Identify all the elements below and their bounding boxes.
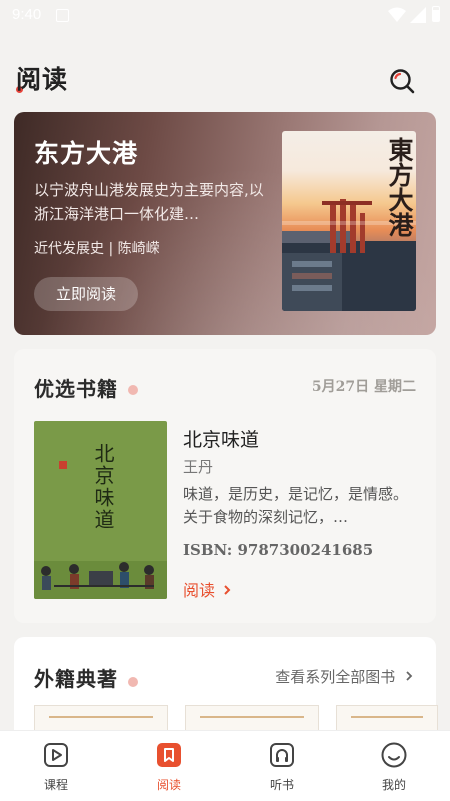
book-title[interactable]: 北京味道	[183, 425, 259, 452]
headphones-icon	[270, 743, 294, 767]
featured-date: 5月27日 星期二	[311, 379, 416, 395]
book-isbn: ISBN: 9787300241685	[183, 541, 374, 559]
nav-label: 听书	[269, 778, 294, 792]
chevron-right-icon	[224, 585, 231, 595]
read-link-label: 阅读	[183, 581, 216, 600]
section-accent-dot	[128, 385, 138, 395]
hero-title: 东方大港	[34, 139, 139, 168]
chevron-right-icon	[406, 671, 413, 681]
featured-book-cover[interactable]: 北京味道	[34, 421, 167, 599]
notification-icon	[56, 9, 69, 22]
play-icon	[44, 743, 68, 767]
signal-icon	[410, 7, 426, 23]
hero-book-cover[interactable]: 東方大港	[282, 131, 416, 311]
bottom-nav: 课程 阅读 听书 我的	[0, 730, 450, 801]
status-time: 9:40	[12, 6, 42, 23]
wifi-icon	[388, 7, 406, 22]
bookmark-icon	[157, 743, 181, 767]
book-author: 王丹	[183, 458, 214, 476]
nav-label: 我的	[381, 778, 406, 792]
search-icon[interactable]	[388, 67, 416, 95]
hero-meta: 近代发展史 | 陈崎嵘	[34, 241, 160, 257]
smiley-icon	[381, 742, 407, 768]
battery-icon	[432, 6, 440, 22]
hero-description: 以宁波舟山港发展史为主要内容,以浙江海洋港口一体化建…	[34, 181, 264, 223]
nav-item-audiobooks[interactable]: 听书	[242, 731, 322, 801]
nav-label: 阅读	[156, 778, 181, 792]
view-all-series-link[interactable]: 查看系列全部图书	[275, 666, 414, 687]
nav-label: 课程	[43, 778, 68, 792]
nav-item-profile[interactable]: 我的	[354, 731, 434, 801]
nav-item-courses[interactable]: 课程	[16, 731, 96, 801]
featured-cover-title: 北京味道	[91, 443, 115, 531]
hero-banner[interactable]: 东方大港 以宁波舟山港发展史为主要内容,以浙江海洋港口一体化建… 近代发展史 |…	[14, 112, 436, 335]
featured-books-card: 优选书籍 5月27日 星期二 北京味道 北京味道 王丹 味道，是历史，是记忆，是…	[14, 349, 436, 623]
view-all-label: 查看系列全部图书	[275, 668, 396, 686]
featured-section-title: 优选书籍	[34, 377, 118, 401]
classics-section-title: 外籍典著	[34, 667, 118, 691]
read-now-button[interactable]: 立即阅读	[34, 277, 138, 311]
hero-cover-title: 東方大港	[385, 137, 414, 237]
nav-item-reading[interactable]: 阅读	[129, 731, 209, 801]
section-accent-dot	[128, 677, 138, 687]
book-description: 味道，是历史，是记忆，是情感。关于食物的深刻记忆，…	[183, 485, 409, 526]
page-title: 阅读	[16, 65, 69, 94]
status-bar: 9:40	[0, 0, 450, 32]
book-read-link[interactable]: 阅读	[183, 577, 232, 601]
